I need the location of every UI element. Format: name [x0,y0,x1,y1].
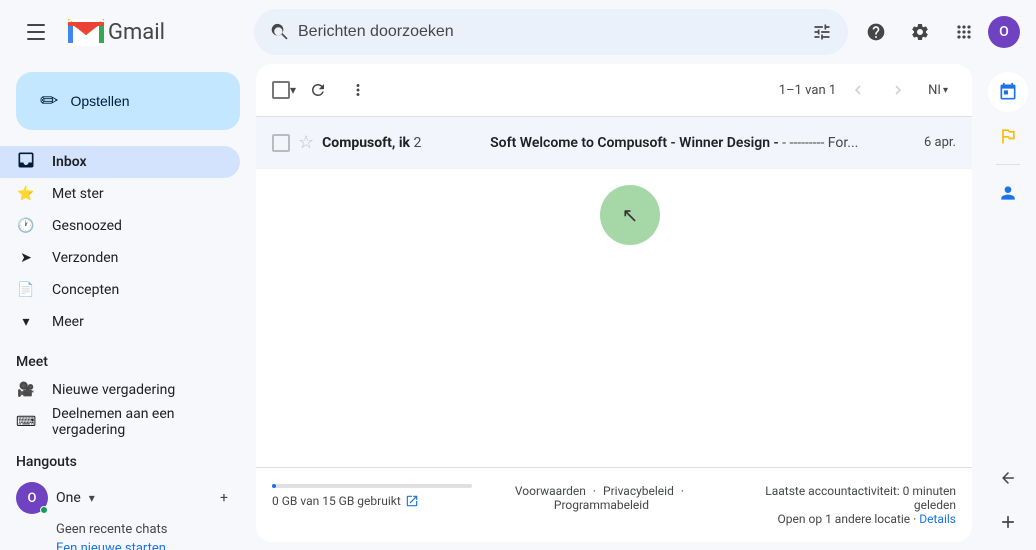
more-label: Meer [52,314,84,330]
sidebar-item-new-meeting[interactable]: 🎥 Nieuwe vergadering [0,374,240,406]
sidebar-item-join-meeting[interactable]: ⌨ Deelnemen aan een vergadering [0,406,240,438]
email-snippet: - --------- For... [782,135,858,151]
sort-chevron-icon: ▾ [943,85,948,96]
search-icon [270,22,290,42]
prev-page-button[interactable] [840,72,876,108]
snooze-icon: 🕐 [16,218,36,234]
send-icon: ➤ [16,250,36,266]
compose-label: Opstellen [70,93,129,109]
inbox-icon [16,150,36,174]
contacts-icon-button[interactable] [988,173,1028,213]
footer-links: Voorwaarden · Privacybeleid · Programmab… [472,484,731,512]
external-link-icon[interactable] [405,494,419,508]
terms-link[interactable]: Voorwaarden [515,484,586,498]
draft-icon: 📄 [16,282,36,298]
calendar-icon-button[interactable] [988,72,1028,112]
sidebar-item-starred[interactable]: ⭐ Met ster [0,178,240,210]
page-info: 1–1 van 1 [779,83,836,98]
sidebar-item-drafts[interactable]: 📄 Concepten [0,274,240,306]
sidebar: ✏ Opstellen Inbox ⭐ Met ster 🕐 Gesnoozed… [0,64,256,550]
hangouts-section-label: Hangouts [0,438,256,474]
add-right-panel-button[interactable] [988,502,1028,542]
sidebar-item-snoozed[interactable]: 🕐 Gesnoozed [0,210,240,242]
sort-button[interactable]: NI ▾ [920,72,956,108]
more-icon: ▾ [16,314,36,330]
account-activity-line1: Laatste accountactiviteit: 0 minuten gel… [731,484,956,512]
hangouts-chevron-icon[interactable]: ▾ [89,491,95,505]
next-page-button[interactable] [880,72,916,108]
select-all-checkbox[interactable] [272,81,290,99]
account-activity: Laatste accountactiviteit: 0 minuten gel… [731,484,956,526]
storage-text: 0 GB van 15 GB gebruikt [272,494,401,508]
email-row[interactable]: ☆ Compusoft, ik 2 Soft Welcome to Compus… [256,117,972,169]
expand-panel-button[interactable] [988,458,1028,498]
menu-button[interactable] [16,12,56,52]
storage-bar-background [272,484,472,488]
refresh-button[interactable] [300,72,336,108]
storage-bar-fill [272,484,276,488]
email-subject: Soft Welcome to Compusoft - Winner Desig… [490,135,916,151]
online-status-dot [40,506,48,514]
email-area: ▾ 1–1 van 1 NI ▾ [256,64,972,542]
compose-plus-icon: ✏ [40,88,58,114]
privacy-link[interactable]: Privacybeleid [603,484,674,498]
storage-section: 0 GB van 15 GB gebruikt [272,484,472,508]
hangouts-username: One [56,490,81,506]
email-star-icon[interactable]: ☆ [298,132,314,153]
snoozed-label: Gesnoozed [52,218,122,234]
account-details-link[interactable]: Details [919,512,956,526]
start-new-chat-link[interactable]: Een nieuwe starten [16,541,240,550]
join-meeting-label: Deelnemen aan een vergadering [52,406,224,438]
avatar[interactable]: O [988,16,1020,48]
gmail-m-icon [68,19,104,46]
video-icon: 🎥 [16,382,36,398]
starred-label: Met ster [52,186,104,202]
new-meeting-label: Nieuwe vergadering [52,382,175,398]
sidebar-item-more[interactable]: ▾ Meer [0,306,240,338]
email-checkbox[interactable] [272,134,290,152]
select-chevron-icon[interactable]: ▾ [290,83,296,97]
email-sender: Compusoft, ik 2 [322,135,482,151]
program-policy-link[interactable]: Programmabeleid [554,498,649,512]
right-panel [980,64,1036,550]
hangouts-section: O One ▾ + Geen recente chats Een nieuwe … [0,474,256,550]
account-activity-line2: Open op 1 andere locatie · Details [731,512,956,526]
sort-label: NI [928,83,941,98]
settings-button[interactable] [900,12,940,52]
gmail-logo: Gmail [68,19,165,46]
sent-label: Verzonden [52,250,118,266]
search-input[interactable] [298,23,804,41]
hangouts-avatar[interactable]: O [16,482,48,514]
email-sender-count: 2 [413,135,421,151]
tasks-icon-button[interactable] [988,116,1028,156]
compose-button[interactable]: ✏ Opstellen [16,72,240,130]
right-panel-divider [996,164,1020,165]
apps-button[interactable] [944,12,984,52]
help-button[interactable] [856,12,896,52]
tune-icon[interactable] [812,22,832,42]
no-recent-chats-text: Geen recente chats [16,514,240,541]
gmail-logo-text: Gmail [108,20,165,45]
sidebar-item-sent[interactable]: ➤ Verzonden [0,242,240,274]
star-icon: ⭐ [16,186,36,202]
email-toolbar: ▾ 1–1 van 1 NI ▾ [256,64,972,117]
sidebar-item-inbox[interactable]: Inbox [0,146,240,178]
email-list: ☆ Compusoft, ik 2 Soft Welcome to Compus… [256,117,972,467]
email-footer: 0 GB van 15 GB gebruikt Voorwaarden · Pr… [256,467,972,542]
keyboard-icon: ⌨ [16,414,36,430]
search-bar[interactable] [254,9,848,55]
drafts-label: Concepten [52,282,119,298]
add-hangout-button[interactable]: + [208,482,240,514]
more-options-button[interactable] [340,72,376,108]
meet-section-label: Meet [0,338,256,374]
select-all-checkbox-wrapper[interactable]: ▾ [272,81,296,99]
inbox-label: Inbox [52,154,87,170]
email-date: 6 apr. [924,135,956,150]
